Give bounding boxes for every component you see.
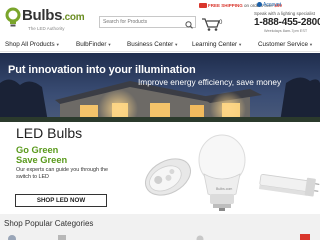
led-promo: LED Bulbs Go Green Save Green Our expert… [0, 122, 320, 214]
cart-count: 0 [219, 20, 223, 26]
chevron-down-icon: ▼ [238, 42, 243, 47]
search-button[interactable] [183, 17, 195, 29]
nav-learning-center[interactable]: Learning Center▼ [192, 41, 242, 48]
hero-subtitle: Improve energy efficiency, save money [138, 77, 282, 87]
promo-title: LED Bulbs [16, 125, 83, 141]
promo-description: Our experts can guide you through the sw… [16, 167, 108, 180]
bulb-logo-icon [5, 7, 21, 27]
chevron-down-icon: ▼ [55, 42, 60, 47]
nav-business-center[interactable]: Business Center▼ [127, 41, 178, 48]
led-bulbs-image: Bulbs.com [145, 134, 320, 211]
shop-led-now-button[interactable]: SHOP LED NOW [15, 194, 107, 207]
logo-wordmark: Bulbs.com [22, 7, 85, 24]
category-icon [300, 234, 310, 240]
category-icon [58, 235, 66, 240]
svg-text:Bulbs.com: Bulbs.com [216, 187, 232, 191]
support-hours: Weekdays 8am-7pm EST [264, 29, 308, 33]
chevron-down-icon: ▼ [107, 42, 112, 47]
search-icon [185, 21, 193, 29]
truck-icon [199, 3, 207, 8]
chevron-down-icon: ▼ [174, 42, 179, 47]
logo-tagline: The LED Authority [28, 26, 65, 31]
nav-shop-all-products[interactable]: Shop All Products▼ [5, 41, 60, 48]
account-link[interactable]: Account [257, 2, 281, 8]
category-icon [8, 235, 16, 240]
promo-headline-save-green: Save Green [16, 155, 68, 165]
phone-number[interactable]: 1-888-455-2800 [254, 17, 320, 28]
cart-icon[interactable] [199, 14, 229, 32]
search-box [99, 16, 196, 29]
user-icon [257, 2, 262, 7]
hero-title: Put innovation into your illumination [8, 64, 196, 76]
site-header: Bulbs.com The LED Authority FREE SHIPPIN… [0, 0, 320, 37]
category-icon [196, 235, 204, 240]
nav-customer-service[interactable]: Customer Service▼ [258, 41, 313, 48]
category-icons-strip [8, 234, 310, 240]
specialist-label: Speak with a lighting specialist [254, 11, 316, 16]
site-logo[interactable]: Bulbs.com The LED Authority [4, 4, 94, 32]
main-nav: Shop All Products▼ BulbFinder▼ Business … [0, 39, 320, 52]
popular-categories: Shop Popular Categories [0, 214, 320, 240]
search-input[interactable] [100, 17, 182, 27]
chevron-down-icon: ▼ [309, 42, 314, 47]
promo-headline-go-green: Go Green [16, 145, 59, 155]
nav-bulbfinder[interactable]: BulbFinder▼ [76, 41, 111, 48]
popular-categories-title: Shop Popular Categories [4, 219, 94, 228]
hero-banner[interactable]: Put innovation into your illumination Im… [0, 53, 320, 122]
